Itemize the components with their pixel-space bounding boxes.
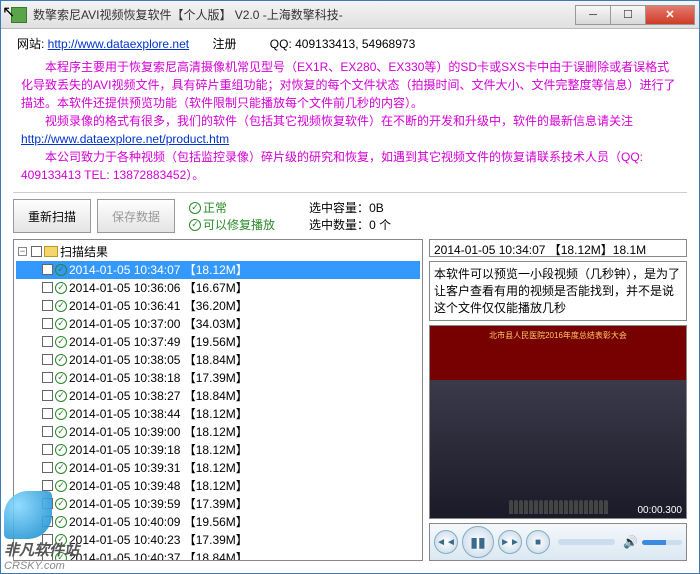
site-link[interactable]: http://www.dataexplore.net — [48, 37, 189, 51]
rescan-button[interactable]: 重新扫描 — [13, 199, 91, 233]
tree-item-label: 2014-01-05 10:37:00 【34.03M】 — [69, 315, 248, 332]
check-icon — [189, 202, 201, 214]
register-link[interactable]: 注册 — [212, 37, 236, 51]
check-icon — [55, 282, 67, 294]
maximize-button[interactable]: ☐ — [610, 5, 646, 25]
prev-button[interactable]: ◄◄ — [434, 530, 458, 554]
check-icon — [189, 219, 201, 231]
tree-item[interactable]: 2014-01-05 10:38:44 【18.12M】 — [16, 405, 420, 423]
close-button[interactable]: ✕ — [645, 5, 695, 25]
tree-item[interactable]: 2014-01-05 10:37:49 【19.56M】 — [16, 333, 420, 351]
tree-item-label: 2014-01-05 10:40:23 【17.39M】 — [69, 531, 248, 548]
tree-item-label: 2014-01-05 10:39:48 【18.12M】 — [69, 477, 248, 494]
site-label: 网站: — [17, 37, 48, 51]
checkbox[interactable] — [42, 444, 53, 455]
tree-item-label: 2014-01-05 10:39:00 【18.12M】 — [69, 423, 248, 440]
tree-item-label: 2014-01-05 10:39:59 【17.39M】 — [69, 495, 248, 512]
tree-root-label: 扫描结果 — [60, 243, 108, 260]
tree-item-label: 2014-01-05 10:37:49 【19.56M】 — [69, 333, 248, 350]
tree-item-label: 2014-01-05 10:40:37 【18.84M】 — [69, 549, 248, 561]
video-timer: 00:00.300 — [638, 505, 683, 516]
tree-item-label: 2014-01-05 10:34:07 【18.12M】 — [69, 261, 248, 278]
speaker-icon[interactable]: 🔊 — [623, 535, 638, 549]
next-button[interactable]: ►► — [498, 530, 522, 554]
tree-item-label: 2014-01-05 10:36:06 【16.67M】 — [69, 279, 248, 296]
tree-item[interactable]: 2014-01-05 10:39:31 【18.12M】 — [16, 459, 420, 477]
check-icon — [55, 462, 67, 474]
checkbox[interactable] — [42, 318, 53, 329]
video-preview[interactable]: 北市县人民医院2016年度总结表彰大会 00:00.300 — [429, 325, 687, 519]
watermark: 非凡软件站CRSKY.com — [4, 491, 79, 572]
tree-item[interactable]: 2014-01-05 10:38:18 【17.39M】 — [16, 369, 420, 387]
checkbox[interactable] — [42, 282, 53, 293]
tree-item-label: 2014-01-05 10:36:41 【36.20M】 — [69, 297, 248, 314]
check-icon — [55, 336, 67, 348]
checkbox[interactable] — [42, 408, 53, 419]
stop-button[interactable]: ■ — [526, 530, 550, 554]
window-title: 数擎索尼AVI视频恢复软件【个人版】 V2.0 -上海数擎科技- — [33, 6, 576, 23]
tree-item-label: 2014-01-05 10:38:18 【17.39M】 — [69, 369, 248, 386]
tree-item[interactable]: 2014-01-05 10:34:07 【18.12M】 — [16, 261, 420, 279]
checkbox[interactable] — [42, 354, 53, 365]
volume-bar[interactable] — [642, 540, 682, 545]
folder-icon — [44, 246, 58, 257]
legend: 正常 可以修复播放 — [189, 199, 275, 233]
seek-bar[interactable] — [558, 539, 615, 545]
tree-item[interactable]: 2014-01-05 10:39:18 【18.12M】 — [16, 441, 420, 459]
selection-info: 选中容量：0B 选中数量：0 个 — [309, 199, 391, 233]
check-icon — [55, 390, 67, 402]
tree-item[interactable]: 2014-01-05 10:37:00 【34.03M】 — [16, 315, 420, 333]
tree-item-label: 2014-01-05 10:39:18 【18.12M】 — [69, 441, 248, 458]
checkbox[interactable] — [42, 336, 53, 347]
check-icon — [55, 480, 67, 492]
check-icon — [55, 318, 67, 330]
checkbox[interactable] — [42, 300, 53, 311]
tree-item[interactable]: 2014-01-05 10:36:06 【16.67M】 — [16, 279, 420, 297]
player-controls: ◄◄ ▮▮ ►► ■ 🔊 — [429, 523, 687, 561]
save-button[interactable]: 保存数据 — [97, 199, 175, 233]
collapse-icon[interactable]: − — [18, 247, 27, 256]
check-icon — [55, 264, 67, 276]
checkbox[interactable] — [42, 372, 53, 383]
product-link[interactable]: http://www.dataexplore.net/product.htm — [21, 132, 229, 146]
checkbox[interactable] — [42, 390, 53, 401]
tree-item-label: 2014-01-05 10:38:44 【18.12M】 — [69, 405, 248, 422]
preview-note: 本软件可以预览一小段视频（几秒钟），是为了让客户查看有用的视频是否能找到，并不是… — [429, 261, 687, 321]
check-icon — [55, 354, 67, 366]
minimize-button[interactable]: ─ — [575, 5, 611, 25]
tree-item-label: 2014-01-05 10:40:09 【19.56M】 — [69, 513, 248, 530]
app-icon — [11, 7, 27, 23]
checkbox[interactable] — [42, 462, 53, 473]
checkbox[interactable] — [42, 426, 53, 437]
qq-info: QQ: 409133413, 54968973 — [270, 37, 415, 51]
check-icon — [55, 300, 67, 312]
tree-item-label: 2014-01-05 10:39:31 【18.12M】 — [69, 459, 248, 476]
play-button[interactable]: ▮▮ — [462, 526, 494, 558]
tree-item[interactable]: 2014-01-05 10:38:27 【18.84M】 — [16, 387, 420, 405]
tree-item-label: 2014-01-05 10:38:05 【18.84M】 — [69, 351, 248, 368]
check-icon — [55, 408, 67, 420]
tree-item[interactable]: 2014-01-05 10:36:41 【36.20M】 — [16, 297, 420, 315]
tree-item[interactable]: 2014-01-05 10:38:05 【18.84M】 — [16, 351, 420, 369]
checkbox[interactable] — [42, 480, 53, 491]
check-icon — [55, 444, 67, 456]
tree-item[interactable]: 2014-01-05 10:39:00 【18.12M】 — [16, 423, 420, 441]
file-info: 2014-01-05 10:34:07 【18.12M】18.1M — [429, 239, 687, 257]
check-icon — [55, 426, 67, 438]
checkbox[interactable] — [31, 246, 42, 257]
check-icon — [55, 372, 67, 384]
tree-item-label: 2014-01-05 10:38:27 【18.84M】 — [69, 387, 248, 404]
description: 本程序主要用于恢复索尼高清摄像机常见型号（EX1R、EX280、EX330等）的… — [7, 54, 693, 190]
checkbox[interactable] — [42, 264, 53, 275]
